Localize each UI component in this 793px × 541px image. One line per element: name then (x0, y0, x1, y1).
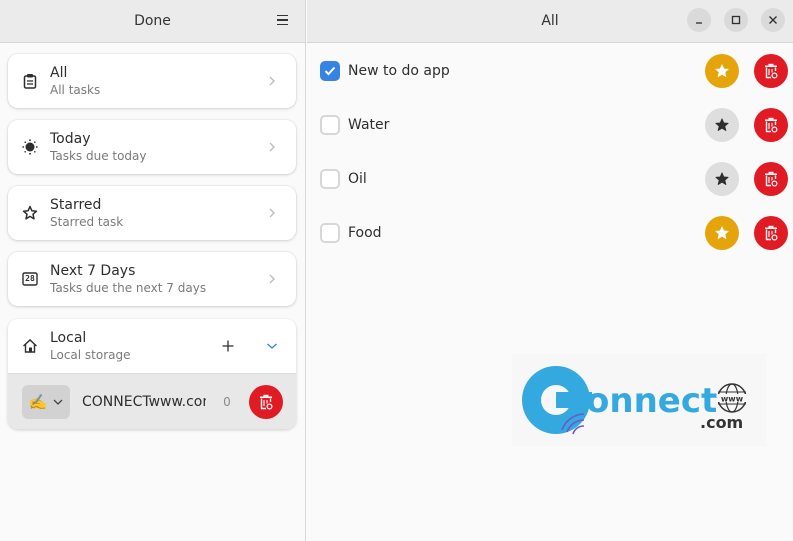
delete-task-button[interactable] (754, 108, 788, 142)
star-icon (715, 64, 729, 77)
close-button[interactable] (761, 8, 785, 32)
chevron-right-icon (264, 141, 280, 153)
hamburger-line (277, 23, 288, 26)
sidebar-item-subtitle: Tasks due today (50, 148, 147, 163)
list-item[interactable]: ✍️ CONNECTwww.com 0 (8, 373, 296, 429)
watermark-logo: onnect www .com (512, 354, 766, 446)
task-row[interactable]: Oil (307, 152, 793, 206)
trash-icon (765, 225, 778, 241)
sidebar-item-subtitle: Tasks due the next 7 days (50, 280, 207, 295)
star-task-button[interactable] (705, 54, 739, 88)
star-task-button[interactable] (705, 162, 739, 196)
emoji-picker-button[interactable]: ✍️ (22, 384, 70, 419)
task-checkbox[interactable] (320, 169, 340, 189)
service-subtitle: Local storage (50, 347, 131, 362)
minimize-button[interactable] (687, 8, 711, 32)
sidebar-item-all[interactable]: All All tasks (8, 54, 296, 108)
content-headerbar: All (307, 0, 793, 43)
chevron-down-icon (267, 343, 277, 349)
sidebar-item-next-7-days[interactable]: 28 Next 7 Days Tasks due the next 7 days (8, 252, 296, 306)
list-name: CONNECTwww.com (82, 393, 206, 410)
task-row[interactable]: New to do app (307, 44, 793, 98)
star-task-button[interactable] (705, 108, 739, 142)
delete-task-button[interactable] (754, 54, 788, 88)
main-menu-button[interactable] (275, 12, 291, 28)
add-list-button[interactable] (216, 334, 240, 358)
task-row[interactable]: Water (307, 98, 793, 152)
sidebar-item-today[interactable]: Today Tasks due today (8, 120, 296, 174)
delete-list-button[interactable] (249, 384, 283, 419)
chevron-right-icon (264, 207, 280, 219)
sidebar-item-title: Today (50, 130, 91, 147)
sidebar-item-starred[interactable]: Starred Starred task (8, 186, 296, 240)
sidebar-item-title: Starred (50, 196, 102, 213)
logo-text: onnect (586, 381, 717, 421)
sidebar-headerbar: Done (0, 0, 305, 43)
hamburger-line (277, 19, 288, 21)
calendar-number: 28 (25, 274, 35, 283)
star-icon (22, 205, 38, 221)
home-icon (22, 338, 38, 354)
content-pane: All New to do app Water Oil Food onnect www… (307, 0, 793, 541)
service-title: Local (50, 329, 87, 346)
trash-icon (260, 394, 273, 410)
task-text[interactable]: Water (348, 117, 705, 133)
list-emoji: ✍️ (28, 392, 48, 411)
star-task-button[interactable] (705, 216, 739, 250)
sidebar-item-subtitle: Starred task (50, 214, 124, 229)
task-checkbox[interactable] (320, 115, 340, 135)
star-icon (715, 172, 729, 185)
logo-suffix: .com (700, 413, 743, 432)
task-text[interactable]: Oil (348, 171, 705, 187)
trash-icon (765, 63, 778, 79)
trash-icon (765, 171, 778, 187)
sun-icon (22, 139, 38, 155)
task-text[interactable]: Food (348, 225, 705, 241)
hamburger-menu-icon (277, 14, 288, 17)
maximize-icon (731, 15, 741, 25)
sidebar: Done All All tasks Today Tasks due today… (0, 0, 306, 541)
task-checkbox[interactable] (320, 223, 340, 243)
task-text[interactable]: New to do app (348, 63, 705, 79)
task-row[interactable]: Food (307, 206, 793, 260)
minimize-icon (696, 22, 702, 24)
local-service-header[interactable]: Local Local storage (8, 319, 296, 373)
trash-icon (765, 117, 778, 133)
sidebar-title: Done (134, 13, 171, 29)
content-title: All (541, 13, 559, 29)
close-icon (769, 16, 777, 24)
plus-icon (222, 340, 234, 352)
delete-task-button[interactable] (754, 216, 788, 250)
checkmark-icon (324, 66, 336, 76)
star-icon (715, 226, 729, 239)
local-service-card: Local Local storage ✍️ CONNECTwww.com 0 (8, 319, 296, 429)
delete-task-button[interactable] (754, 162, 788, 196)
sidebar-item-subtitle: All tasks (50, 82, 101, 97)
sidebar-item-title: Next 7 Days (50, 262, 136, 279)
task-checkbox[interactable] (320, 61, 340, 81)
maximize-button[interactable] (724, 8, 748, 32)
sidebar-item-title: All (50, 64, 68, 81)
calendar-icon: 28 (22, 271, 38, 287)
chevron-right-icon (264, 75, 280, 87)
expand-button[interactable] (260, 334, 284, 358)
chevron-right-icon (264, 273, 280, 285)
logo-globe-text: www (721, 395, 744, 404)
chevron-down-icon (53, 399, 63, 405)
list-count: 0 (223, 394, 231, 409)
star-icon (715, 118, 729, 131)
clipboard-icon (22, 73, 38, 89)
window-controls (687, 8, 785, 32)
